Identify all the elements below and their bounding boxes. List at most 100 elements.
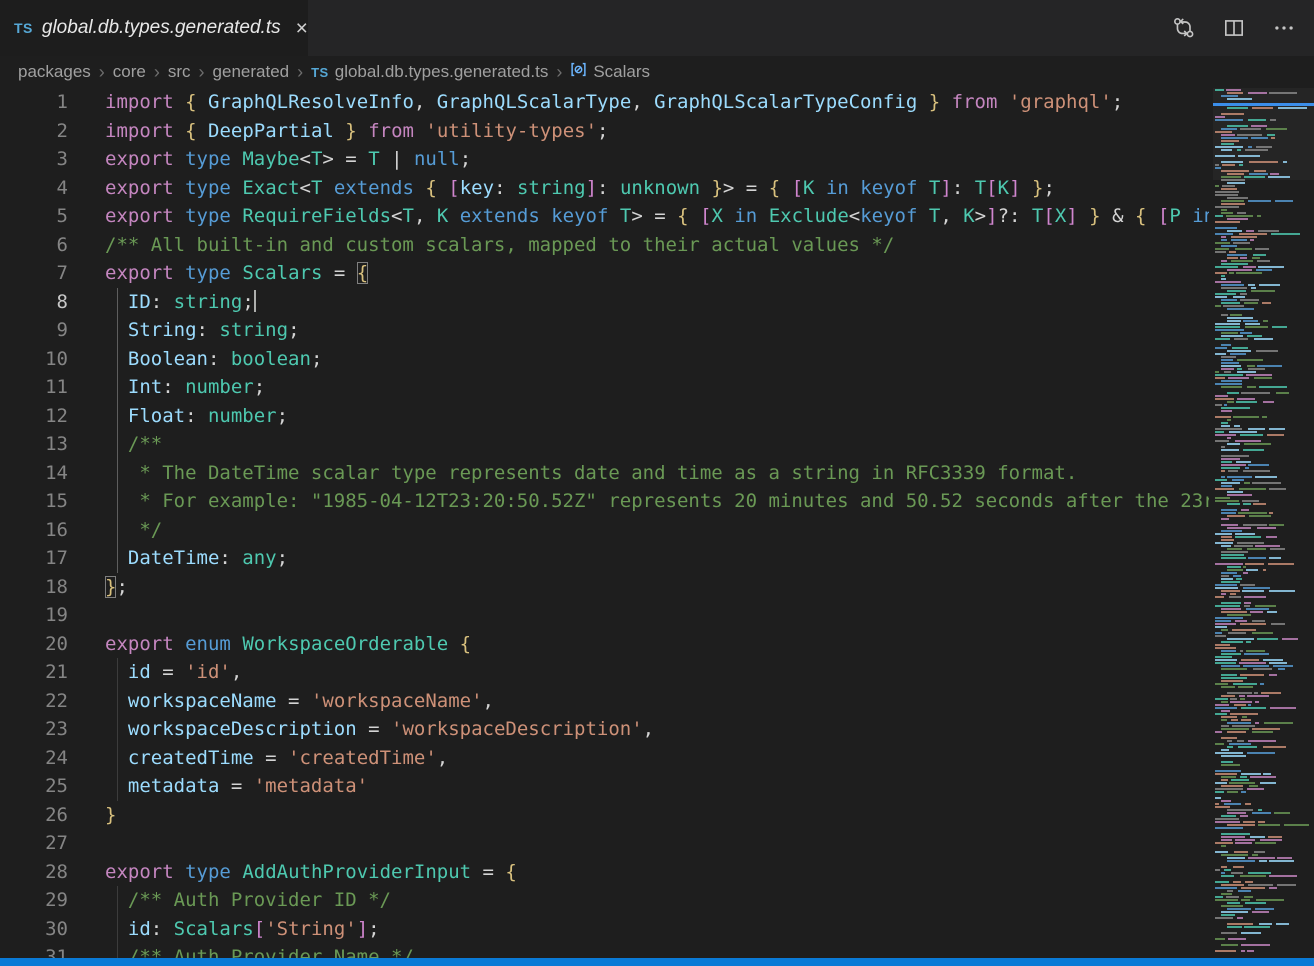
breadcrumb: packages › core › src › generated › TS g… [0,56,1314,88]
line-number[interactable]: 30 [0,915,68,944]
code-line-text: ID: string; [105,288,1209,317]
line-number[interactable]: 3 [0,145,68,174]
code-line[interactable]: 20export enum WorkspaceOrderable { [0,630,1209,659]
code-line[interactable]: 13 /** [0,430,1209,459]
code-line[interactable]: 30 id: Scalars['String']; [0,915,1209,944]
code-line-text: createdTime = 'createdTime', [105,744,1209,773]
code-line[interactable]: 29 /** Auth Provider ID */ [0,886,1209,915]
code-line[interactable]: 5export type RequireFields<T, K extends … [0,202,1209,231]
code-line[interactable]: 12 Float: number; [0,402,1209,431]
line-number[interactable]: 15 [0,487,68,516]
chevron-right-icon: › [154,62,160,83]
line-number[interactable]: 29 [0,886,68,915]
code-line-text: import { GraphQLResolveInfo, GraphQLScal… [105,88,1209,117]
code-line[interactable]: 3export type Maybe<T> = T | null; [0,145,1209,174]
line-number[interactable]: 20 [0,630,68,659]
line-number[interactable]: 2 [0,117,68,146]
code-line-text: String: string; [105,316,1209,345]
code-line-text: /** [105,430,1209,459]
line-number[interactable]: 10 [0,345,68,374]
code-line-text: workspaceDescription = 'workspaceDescrip… [105,715,1209,744]
code-line[interactable]: 14 * The DateTime scalar type represents… [0,459,1209,488]
code-line-text: export type Exact<T extends { [key: stri… [105,174,1209,203]
split-editor-icon[interactable] [1222,16,1246,40]
code-line[interactable]: 10 Boolean: boolean; [0,345,1209,374]
typescript-file-icon: TS [311,65,329,80]
line-number[interactable]: 24 [0,744,68,773]
line-number[interactable]: 1 [0,88,68,117]
line-number[interactable]: 27 [0,829,68,858]
breadcrumb-item-core[interactable]: core [113,62,146,82]
line-number[interactable]: 17 [0,544,68,573]
code-line[interactable]: 1 import { GraphQLResolveInfo, GraphQLSca… [0,88,1209,117]
code-line[interactable]: 17 DateTime: any; [0,544,1209,573]
line-number[interactable]: 12 [0,402,68,431]
line-number[interactable]: 8 [0,288,68,317]
line-number[interactable]: 21 [0,658,68,687]
line-number[interactable]: 4 [0,174,68,203]
code-line[interactable]: 25 metadata = 'metadata' [0,772,1209,801]
line-number[interactable]: 7 [0,259,68,288]
code-line[interactable]: 4 export type Exact<T extends { [key: str… [0,174,1209,203]
code-line[interactable]: 6 /** All built-in and custom scalars, ma… [0,231,1209,260]
code-line-text: } [105,801,1209,830]
code-line[interactable]: 7 export type Scalars = { [0,259,1209,288]
code-line[interactable]: 28export type AddAuthProviderInput = { [0,858,1209,887]
line-number[interactable]: 13 [0,430,68,459]
line-number[interactable]: 5 [0,202,68,231]
code-line-text: /** All built-in and custom scalars, map… [105,231,1209,260]
code-line-text: id = 'id', [105,658,1209,687]
code-line[interactable]: 8 ID: string; [0,288,1209,317]
editor-actions [1172,0,1314,56]
minimap[interactable] [1213,88,1314,958]
breadcrumb-item-src[interactable]: src [168,62,191,82]
more-actions-icon[interactable] [1272,16,1296,40]
code-line[interactable]: 21 id = 'id', [0,658,1209,687]
status-bar [0,958,1314,966]
line-number[interactable]: 19 [0,601,68,630]
code-line-text: Float: number; [105,402,1209,431]
code-line[interactable]: 11 Int: number; [0,373,1209,402]
code-line-text: DateTime: any; [105,544,1209,573]
code-line[interactable]: 24 createdTime = 'createdTime', [0,744,1209,773]
code-line[interactable]: 27 [0,829,1209,858]
code-line[interactable]: 18}; [0,573,1209,602]
code-line[interactable]: 22 workspaceName = 'workspaceName', [0,687,1209,716]
code-line-text: import { DeepPartial } from 'utility-typ… [105,117,1209,146]
code-pane[interactable]: 1 import { GraphQLResolveInfo, GraphQLSca… [0,88,1209,966]
code-line-text: }; [105,573,1209,602]
close-icon[interactable]: × [296,18,308,39]
breadcrumb-item-packages[interactable]: packages [18,62,91,82]
code-line[interactable]: 2 import { DeepPartial } from 'utility-ty… [0,117,1209,146]
line-number[interactable]: 25 [0,772,68,801]
line-number[interactable]: 16 [0,516,68,545]
line-number[interactable]: 14 [0,459,68,488]
text-cursor [254,290,256,312]
open-changes-icon[interactable] [1172,16,1196,40]
line-number[interactable]: 28 [0,858,68,887]
line-number[interactable]: 26 [0,801,68,830]
line-number[interactable]: 22 [0,687,68,716]
line-number[interactable]: 6 [0,231,68,260]
code-line-text: /** Auth Provider ID */ [105,886,1209,915]
tab-bar: TS global.db.types.generated.ts × [0,0,1314,56]
tab-global-db-types[interactable]: TS global.db.types.generated.ts × [0,0,308,56]
chevron-right-icon: › [297,62,303,83]
symbol-type-icon [570,61,587,83]
line-number[interactable]: 9 [0,316,68,345]
code-line[interactable]: 19 [0,601,1209,630]
line-number[interactable]: 11 [0,373,68,402]
code-line[interactable]: 26} [0,801,1209,830]
code-line[interactable]: 9 String: string; [0,316,1209,345]
breadcrumb-item-file[interactable]: TS global.db.types.generated.ts [311,62,548,82]
breadcrumb-item-generated[interactable]: generated [213,62,290,82]
code-line-text: export type Scalars = { [105,259,1209,288]
line-number[interactable]: 23 [0,715,68,744]
code-line[interactable]: 15 * For example: "1985-04-12T23:20:50.5… [0,487,1209,516]
code-line[interactable]: 16 */ [0,516,1209,545]
breadcrumb-item-scalars[interactable]: Scalars [570,61,650,83]
editor[interactable]: 1 import { GraphQLResolveInfo, GraphQLSca… [0,88,1314,966]
line-number[interactable]: 18 [0,573,68,602]
code-line[interactable]: 23 workspaceDescription = 'workspaceDesc… [0,715,1209,744]
code-line-text: workspaceName = 'workspaceName', [105,687,1209,716]
